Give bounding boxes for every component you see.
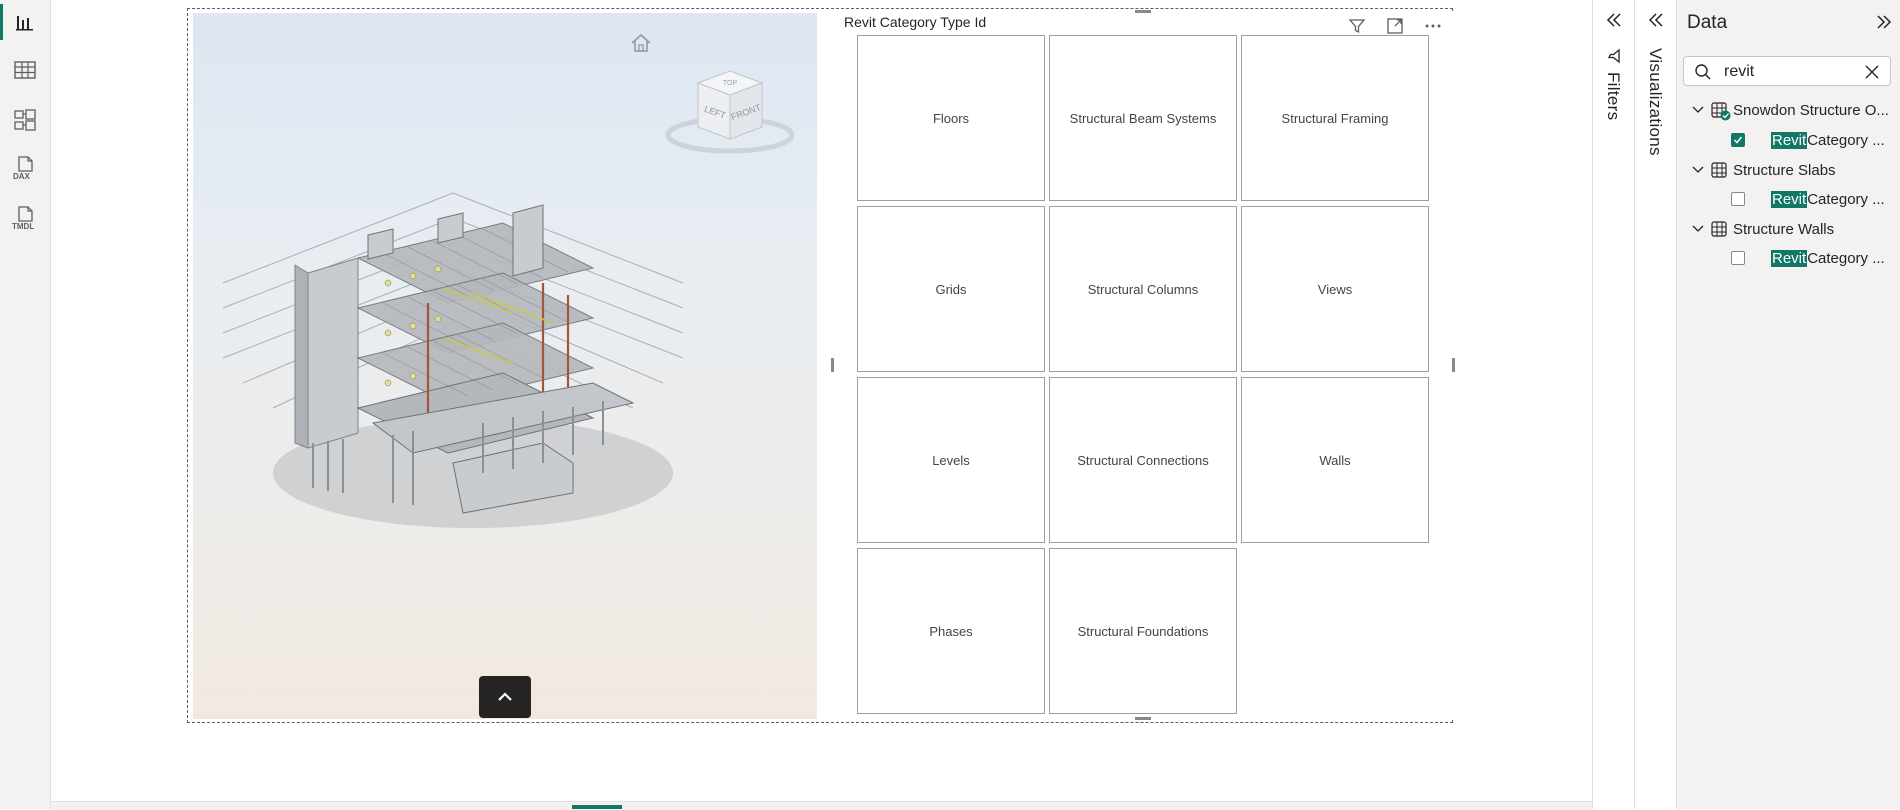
expand-visualizations-icon[interactable] — [1647, 12, 1665, 28]
table-icon — [1711, 102, 1731, 121]
search-icon — [1695, 64, 1711, 80]
data-pane: Data Snowdon Structure O... Revit Catego… — [1676, 0, 1900, 809]
active-page-tab-indicator[interactable] — [572, 805, 622, 809]
view-switcher-rail: DAX TMDL — [0, 0, 51, 809]
slicer-tile[interactable]: Walls — [1241, 377, 1429, 543]
chevron-up-icon — [498, 692, 512, 701]
data-pane-title: Data — [1687, 12, 1728, 33]
visualizations-label: Visualizations — [1646, 48, 1665, 156]
search-match-highlight: Revit — [1771, 190, 1808, 208]
resize-handle-bottom[interactable] — [1135, 717, 1151, 720]
expand-filters-icon[interactable] — [1605, 12, 1623, 28]
field-name-rest: Category ... — [1807, 190, 1885, 208]
view-cube[interactable]: TOP LEFT FRONT — [658, 53, 798, 163]
table-name: Structure Slabs — [1733, 161, 1836, 179]
slicer-tile[interactable]: Levels — [857, 377, 1045, 543]
home-icon[interactable] — [629, 31, 653, 55]
building-model[interactable] — [213, 173, 693, 553]
filter-icon[interactable] — [1346, 15, 1368, 37]
slicer-tile[interactable]: Structural Columns — [1049, 206, 1237, 372]
filter-pane-icon — [1607, 48, 1620, 64]
table-icon — [14, 61, 36, 79]
dax-query-view-button[interactable]: DAX — [0, 148, 50, 192]
view-cube-top-label: TOP — [723, 80, 738, 87]
tmdl-icon: TMDL — [12, 206, 38, 234]
more-options-icon[interactable] — [1422, 15, 1444, 37]
clear-search-icon[interactable] — [1864, 64, 1880, 80]
search-match-highlight: Revit — [1771, 249, 1808, 267]
resize-handle-top[interactable] — [1135, 10, 1151, 13]
table-icon — [1711, 162, 1727, 178]
expand-toolbar-button[interactable] — [479, 676, 531, 718]
model-icon — [14, 109, 36, 131]
resize-handle-right[interactable] — [1452, 358, 1455, 372]
table-name: Structure Walls — [1733, 220, 1835, 238]
field-node-revit-category[interactable]: Revit Category ... — [1731, 128, 1885, 152]
focus-mode-icon[interactable] — [1384, 15, 1406, 37]
table-name: Snowdon Structure O... — [1733, 101, 1889, 119]
chevron-down-icon[interactable] — [1691, 165, 1705, 175]
tmdl-view-button[interactable]: TMDL — [0, 198, 50, 242]
collapse-data-pane-icon[interactable] — [1875, 14, 1893, 30]
slicer-tile[interactable]: Structural Connections — [1049, 377, 1237, 543]
slicer-tile[interactable]: Structural Framing — [1241, 35, 1429, 201]
field-name-rest: Category ... — [1807, 131, 1885, 149]
checkmark-badge-icon — [1720, 110, 1731, 121]
category-slicer-visual: Revit Category Type Id Floors Structural… — [831, 10, 1455, 720]
field-node-revit-category[interactable]: Revit Category ... — [1731, 246, 1885, 270]
table-node-structure-slabs[interactable]: Structure Slabs — [1691, 158, 1836, 182]
bar-chart-icon — [16, 16, 33, 31]
filters-pane-collapsed[interactable]: Filters — [1592, 0, 1635, 809]
slicer-tile[interactable]: Structural Beam Systems — [1049, 35, 1237, 201]
chevron-down-icon[interactable] — [1691, 105, 1705, 115]
search-match-highlight: Revit — [1771, 131, 1808, 149]
revit-3d-viewer-visual[interactable]: TOP LEFT FRONT — [193, 13, 817, 719]
filters-label: Filters — [1604, 72, 1623, 121]
field-name-rest: Category ... — [1807, 249, 1885, 267]
resize-handle-left[interactable] — [831, 358, 834, 372]
data-search-input[interactable] — [1722, 61, 1856, 83]
slicer-tile[interactable]: Structural Foundations — [1049, 548, 1237, 714]
visualizations-pane-collapsed[interactable]: Visualizations — [1634, 0, 1677, 809]
table-view-button[interactable] — [0, 48, 50, 92]
table-node-snowdon[interactable]: Snowdon Structure O... — [1691, 98, 1889, 122]
field-checkbox[interactable] — [1731, 251, 1745, 265]
slicer-title: Revit Category Type Id — [844, 14, 987, 30]
field-node-revit-category[interactable]: Revit Category ... — [1731, 187, 1885, 211]
slicer-tile[interactable]: Floors — [857, 35, 1045, 201]
dax-icon: DAX — [13, 156, 37, 184]
visual-header-icons — [1346, 15, 1444, 37]
field-checkbox[interactable] — [1731, 192, 1745, 206]
table-node-structure-walls[interactable]: Structure Walls — [1691, 217, 1834, 241]
slicer-tile[interactable]: Views — [1241, 206, 1429, 372]
model-view-button[interactable] — [0, 98, 50, 142]
table-icon — [1711, 221, 1727, 237]
field-checkbox[interactable] — [1731, 133, 1745, 147]
slicer-tile[interactable]: Grids — [857, 206, 1045, 372]
report-view-button[interactable] — [0, 0, 50, 44]
data-search-box[interactable] — [1683, 56, 1891, 86]
checkmark-icon — [1733, 136, 1743, 144]
chevron-down-icon[interactable] — [1691, 224, 1705, 234]
slicer-tile[interactable]: Phases — [857, 548, 1045, 714]
